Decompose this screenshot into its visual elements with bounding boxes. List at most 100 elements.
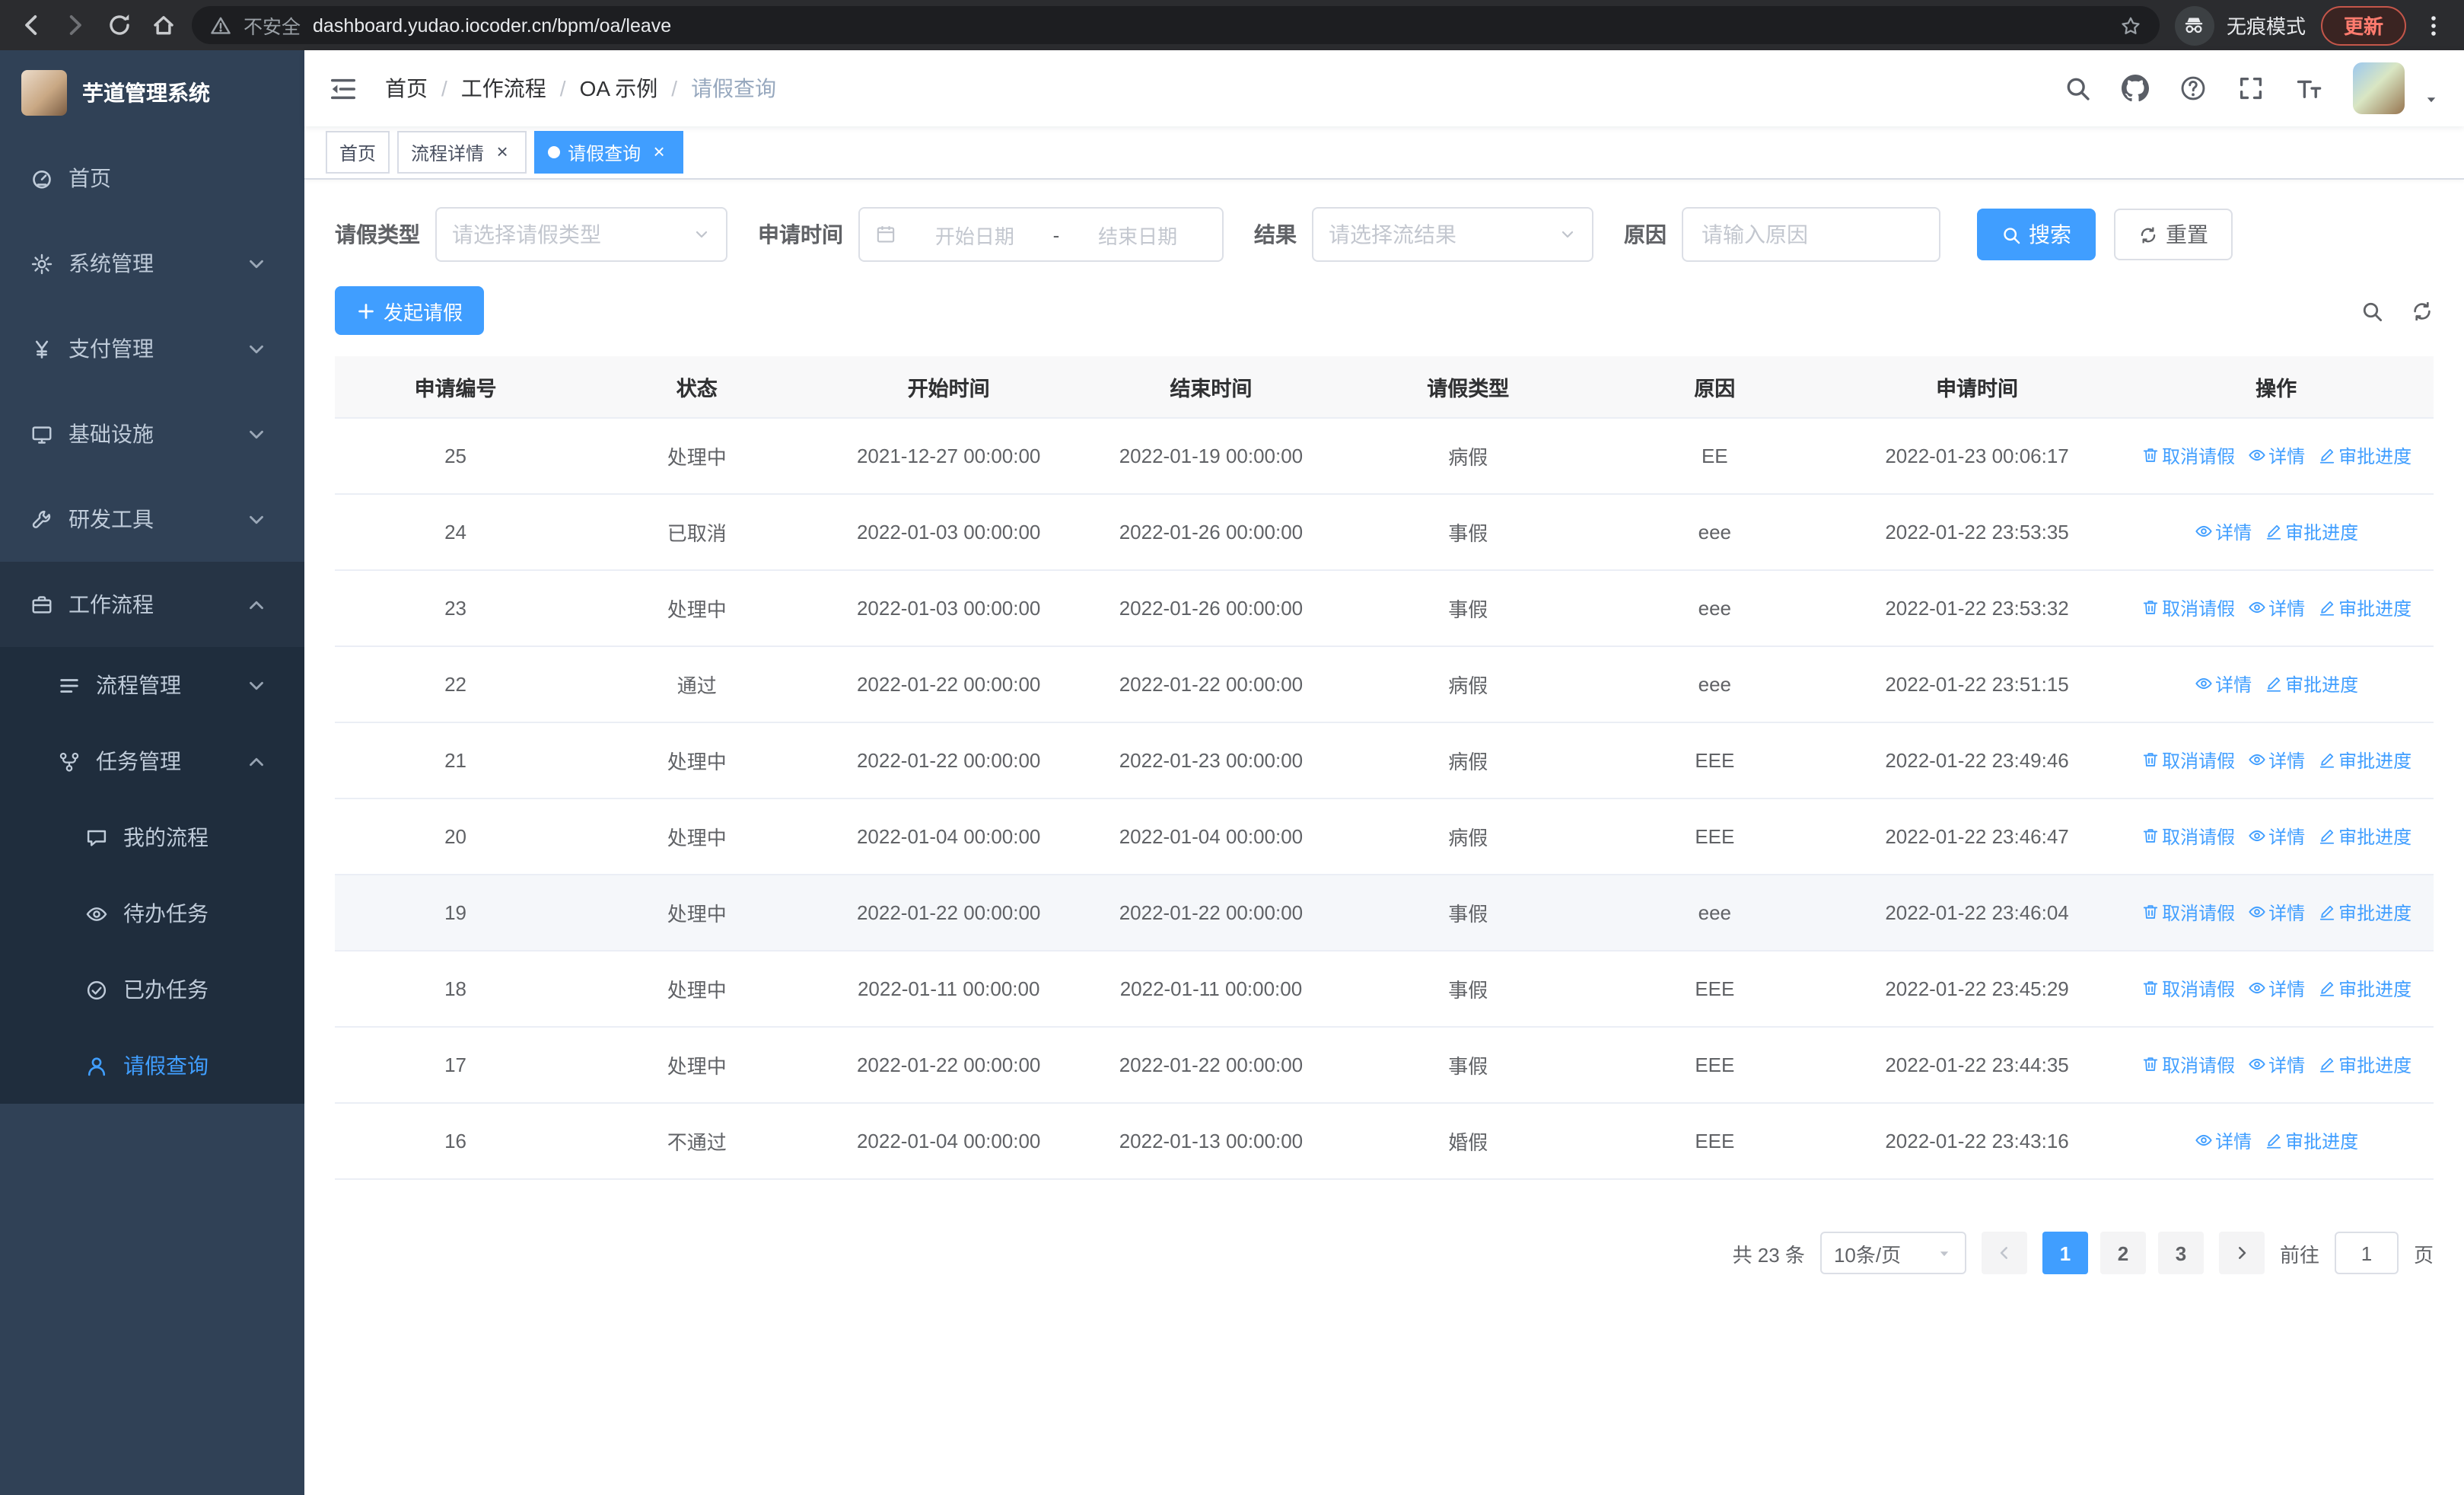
cancel-action-link[interactable]: 取消请假 — [2141, 748, 2235, 773]
page-button-3[interactable]: 3 — [2157, 1232, 2204, 1274]
cell-start: 2022-01-22 00:00:00 — [817, 646, 1081, 723]
breadcrumb-item[interactable]: 工作流程 — [461, 73, 546, 104]
sidebar-item-workflow[interactable]: 工作流程 — [0, 562, 304, 647]
search-icon[interactable] — [2361, 299, 2383, 322]
progress-action-link[interactable]: 审批进度 — [2264, 1128, 2358, 1154]
hamburger-icon[interactable] — [329, 74, 358, 103]
create-leave-button[interactable]: 发起请假 — [335, 286, 485, 335]
sidebar-item-task-management[interactable]: 任务管理 — [0, 723, 304, 799]
sidebar-item-todo-tasks[interactable]: 待办任务 — [0, 875, 304, 952]
breadcrumb-item[interactable]: OA 示例 — [580, 73, 658, 104]
reload-icon[interactable] — [107, 12, 132, 38]
detail-action-link[interactable]: 详情 — [2194, 519, 2252, 545]
prev-page-button[interactable] — [1981, 1232, 2027, 1274]
question-icon[interactable] — [2179, 75, 2207, 102]
address-bar[interactable]: 不安全 dashboard.yudao.iocoder.cn/bpm/oa/le… — [192, 6, 2160, 44]
app-logo[interactable]: 芋道管理系统 — [0, 50, 304, 135]
chevron-up-icon — [245, 593, 268, 616]
dots-vertical-icon[interactable] — [2421, 13, 2446, 37]
detail-action-link[interactable]: 详情 — [2247, 900, 2305, 926]
sidebar-item-label: 支付管理 — [68, 336, 154, 361]
cancel-action-link[interactable]: 取消请假 — [2141, 443, 2235, 469]
sidebar-item-process-management[interactable]: 流程管理 — [0, 647, 304, 723]
cell-id: 21 — [335, 722, 577, 799]
page-size-select[interactable]: 10条/页 — [1819, 1232, 1966, 1274]
progress-action-link[interactable]: 审批进度 — [2317, 824, 2411, 850]
progress-action-link[interactable]: 审批进度 — [2317, 976, 2411, 1002]
progress-action-link[interactable]: 审批进度 — [2317, 595, 2411, 621]
sidebar-item-home[interactable]: 首页 — [0, 135, 304, 221]
update-button[interactable]: 更新 — [2320, 5, 2406, 45]
font-size-icon[interactable] — [2295, 75, 2322, 102]
sidebar-item-leave-query[interactable]: 请假查询 — [0, 1028, 304, 1104]
result-select[interactable]: 请选择流结果 — [1312, 207, 1593, 262]
user-avatar[interactable] — [2353, 62, 2405, 114]
detail-action-link[interactable]: 详情 — [2247, 976, 2305, 1002]
leave-type-select[interactable]: 请选择请假类型 — [435, 207, 727, 262]
close-icon[interactable]: × — [648, 142, 670, 163]
cell-status: 处理中 — [576, 799, 818, 875]
cancel-action-link[interactable]: 取消请假 — [2141, 1052, 2235, 1078]
cell-status: 处理中 — [576, 951, 818, 1028]
cell-reason: EEE — [1593, 722, 1835, 799]
close-icon[interactable]: × — [492, 142, 513, 163]
cancel-action-link[interactable]: 取消请假 — [2141, 900, 2235, 926]
dashboard-icon — [30, 167, 53, 190]
sidebar-item-payment[interactable]: 支付管理 — [0, 306, 304, 391]
star-icon[interactable] — [2120, 14, 2141, 36]
progress-action-link[interactable]: 审批进度 — [2317, 748, 2411, 773]
reset-button[interactable]: 重置 — [2114, 209, 2233, 260]
page-button-2[interactable]: 2 — [2099, 1232, 2146, 1274]
progress-action-link[interactable]: 审批进度 — [2317, 1052, 2411, 1078]
security-label[interactable]: 不安全 — [244, 11, 301, 40]
cell-type: 病假 — [1342, 646, 1594, 723]
detail-action-link[interactable]: 详情 — [2247, 1052, 2305, 1078]
breadcrumb-item[interactable]: 首页 — [385, 73, 428, 104]
incognito-badge: 无痕模式 — [2174, 5, 2306, 45]
cancel-action-link[interactable]: 取消请假 — [2141, 976, 2235, 1002]
sidebar-item-my-process[interactable]: 我的流程 — [0, 799, 304, 875]
page-button-1[interactable]: 1 — [2042, 1232, 2088, 1274]
fullscreen-icon[interactable] — [2237, 75, 2265, 102]
tab-leave-query[interactable]: 请假查询 × — [534, 131, 684, 174]
sidebar-item-system[interactable]: 系统管理 — [0, 221, 304, 306]
next-page-button[interactable] — [2218, 1232, 2265, 1274]
home-icon[interactable] — [151, 12, 177, 38]
goto-page-input[interactable] — [2334, 1232, 2399, 1274]
github-icon[interactable] — [2122, 75, 2149, 102]
progress-action-link[interactable]: 审批进度 — [2317, 443, 2411, 469]
back-icon[interactable] — [18, 12, 44, 38]
detail-action-link[interactable]: 详情 — [2247, 595, 2305, 621]
cancel-action-link[interactable]: 取消请假 — [2141, 824, 2235, 850]
cell-type: 病假 — [1342, 722, 1594, 799]
detail-action-link[interactable]: 详情 — [2194, 671, 2252, 697]
sidebar-item-label: 待办任务 — [123, 901, 209, 926]
tab-process-detail[interactable]: 流程详情 × — [397, 131, 527, 174]
caret-down-icon[interactable] — [2423, 91, 2440, 108]
apply-time-range-picker[interactable]: 开始日期 - 结束日期 — [858, 207, 1224, 262]
sidebar-item-dev-tools[interactable]: 研发工具 — [0, 477, 304, 562]
progress-action-link[interactable]: 审批进度 — [2264, 519, 2358, 545]
forward-icon[interactable] — [62, 12, 88, 38]
sidebar-submenu: 我的流程待办任务已办任务 请假查询 — [0, 799, 304, 1104]
refresh-icon[interactable] — [2411, 299, 2434, 322]
view-icon — [2194, 523, 2212, 541]
progress-action-link[interactable]: 审批进度 — [2264, 671, 2358, 697]
progress-action-link[interactable]: 审批进度 — [2317, 900, 2411, 926]
table-toolbar: 发起请假 — [335, 286, 2434, 335]
goto-prefix: 前往 — [2279, 1243, 2319, 1266]
breadcrumb: 首页 / 工作流程 / OA 示例 / 请假查询 — [385, 73, 776, 104]
detail-action-link[interactable]: 详情 — [2247, 824, 2305, 850]
cancel-action-link[interactable]: 取消请假 — [2141, 595, 2235, 621]
sidebar-item-done-tasks[interactable]: 已办任务 — [0, 952, 304, 1028]
tab-home[interactable]: 首页 — [326, 131, 390, 174]
detail-action-link[interactable]: 详情 — [2247, 748, 2305, 773]
reason-input[interactable] — [1682, 207, 1940, 262]
url-text[interactable]: dashboard.yudao.iocoder.cn/bpm/oa/leave — [313, 14, 2108, 36]
search-icon[interactable] — [2064, 75, 2091, 102]
search-button[interactable]: 搜索 — [1977, 209, 2096, 260]
cell-actions: 取消请假 详情 审批进度 — [2119, 799, 2434, 875]
detail-action-link[interactable]: 详情 — [2194, 1128, 2252, 1154]
sidebar-item-infrastructure[interactable]: 基础设施 — [0, 391, 304, 477]
detail-action-link[interactable]: 详情 — [2247, 443, 2305, 469]
